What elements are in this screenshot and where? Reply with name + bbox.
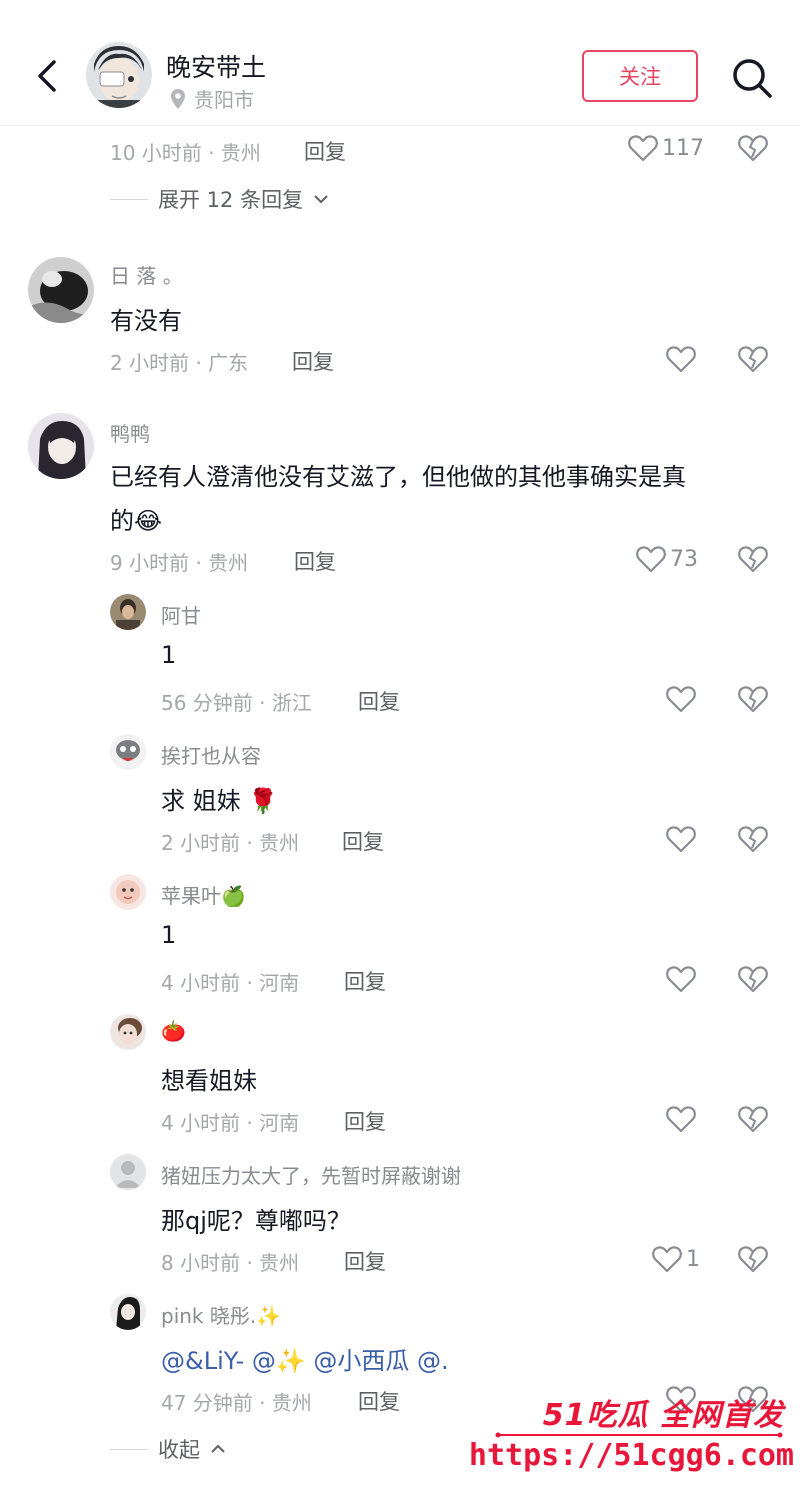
heart-icon[interactable]	[666, 965, 696, 993]
broken-heart-icon[interactable]	[738, 134, 768, 162]
profile-location: 贵阳市	[170, 84, 254, 113]
heart-icon[interactable]	[666, 1105, 696, 1133]
replier-avatar[interactable]	[110, 1294, 146, 1330]
reply-button[interactable]: 回复	[304, 136, 346, 166]
comment-time-location: 9 小时前 · 贵州	[110, 551, 249, 575]
profile-name: 晚安带土	[166, 53, 267, 82]
reply-button[interactable]: 回复	[358, 1386, 400, 1416]
reply-time-location: 4 小时前 · 河南	[161, 971, 300, 995]
replier-name[interactable]: 🍅	[161, 1019, 186, 1043]
comment-time-location: 2 小时前 · 广东	[110, 351, 249, 375]
replier-avatar[interactable]	[110, 594, 146, 630]
replier-name[interactable]: 苹果叶🍏	[161, 880, 246, 909]
broken-heart-icon[interactable]	[738, 1105, 768, 1133]
reply-text: 那qj呢？尊嘟吗？	[161, 1207, 351, 1235]
like-count: 1	[686, 1246, 700, 1272]
reply-mentions: @&LiY- @✨ @小西瓜 @.	[161, 1341, 449, 1376]
mention-link[interactable]: @小西瓜	[313, 1347, 417, 1375]
chevron-down-icon	[314, 195, 328, 204]
reply-button[interactable]: 回复	[344, 1106, 386, 1136]
mention-link[interactable]: @✨	[252, 1347, 314, 1375]
profile-avatar[interactable]	[86, 42, 152, 108]
reply-button[interactable]: 回复	[344, 966, 386, 996]
collapse-label: 收起	[158, 1438, 200, 1462]
broken-heart-icon[interactable]	[738, 545, 768, 573]
heart-icon	[636, 546, 666, 573]
replier-name[interactable]: 挨打也从容	[161, 740, 261, 769]
heart-icon	[628, 135, 658, 162]
reply-time-location: 4 小时前 · 河南	[161, 1111, 300, 1135]
mention-link[interactable]: @.	[417, 1347, 449, 1375]
divider	[110, 1448, 148, 1450]
heart-icon[interactable]	[666, 345, 696, 373]
divider	[110, 198, 148, 200]
like-button[interactable]: 73	[636, 545, 698, 573]
broken-heart-icon[interactable]	[738, 1245, 768, 1273]
reply-text: 1	[161, 921, 177, 949]
follow-button[interactable]: 关注	[582, 50, 698, 102]
replier-name[interactable]: pink 晓彤.✨	[161, 1300, 281, 1329]
reply-button[interactable]: 回复	[342, 826, 384, 856]
expand-replies-button[interactable]: 展开 12 条回复	[110, 184, 329, 214]
broken-heart-icon[interactable]	[738, 345, 768, 373]
like-button[interactable]: 1	[652, 1245, 700, 1273]
replier-avatar[interactable]	[110, 734, 146, 770]
like-count: 73	[670, 546, 698, 572]
replier-avatar[interactable]	[110, 1014, 146, 1050]
comment-text: 有没有	[110, 307, 182, 335]
search-icon[interactable]	[730, 56, 774, 100]
reply-time-location: 2 小时前 · 贵州	[161, 831, 300, 855]
heart-icon	[652, 1246, 682, 1273]
reply-text: 1	[161, 641, 177, 669]
reply-time-location: 47 分钟前 · 贵州	[161, 1391, 312, 1415]
replier-name[interactable]: 猪妞压力太大了，先暂时屏蔽谢谢	[161, 1160, 461, 1189]
commenter-name[interactable]: 鸭鸭	[110, 418, 150, 447]
like-button[interactable]: 117	[628, 134, 704, 162]
watermark: 51吃瓜 全网首发 https://51cgg6.com	[469, 1388, 794, 1488]
reply-time-location: 8 小时前 · 贵州	[161, 1251, 300, 1275]
commenter-name[interactable]: 日 落 。	[110, 260, 183, 289]
reply-button[interactable]: 回复	[292, 346, 334, 376]
reply-text: 想看姐妹	[161, 1067, 257, 1095]
replier-avatar[interactable]	[110, 874, 146, 910]
broken-heart-icon[interactable]	[738, 965, 768, 993]
comment-text-line-2: 的😂	[110, 507, 163, 535]
location-text: 贵阳市	[194, 88, 254, 112]
like-count: 117	[662, 135, 704, 161]
commenter-avatar[interactable]	[28, 413, 94, 479]
expand-replies-label: 展开 12 条回复	[158, 188, 304, 212]
reply-time-location: 56 分钟前 · 浙江	[161, 691, 312, 715]
watermark-url: https://51cgg6.com	[468, 1438, 794, 1473]
replier-name[interactable]: 阿甘	[161, 600, 201, 629]
top-bar: 晚安带土 贵阳市 关注	[0, 0, 800, 126]
replier-avatar[interactable]	[110, 1154, 146, 1190]
broken-heart-icon[interactable]	[738, 685, 768, 713]
commenter-avatar[interactable]	[28, 257, 94, 323]
comment-text-line-1: 已经有人澄清他没有艾滋了，但他做的其他事确实是真	[110, 463, 686, 491]
mention-link[interactable]: @&LiY-	[161, 1347, 252, 1375]
heart-icon[interactable]	[666, 685, 696, 713]
collapse-replies-button[interactable]: 收起	[110, 1434, 226, 1464]
reply-button[interactable]: 回复	[358, 686, 400, 716]
reply-text: 求 姐妹 🌹	[161, 787, 279, 815]
heart-icon[interactable]	[666, 825, 696, 853]
location-pin-icon	[171, 88, 185, 109]
watermark-title: 51吃瓜 全网首发	[542, 1398, 784, 1433]
chevron-up-icon	[211, 1444, 225, 1453]
back-arrow-icon[interactable]	[28, 52, 68, 100]
broken-heart-icon[interactable]	[738, 825, 768, 853]
reply-button[interactable]: 回复	[294, 546, 336, 576]
comment-time-location: 10 小时前 · 贵州	[110, 141, 261, 165]
reply-button[interactable]: 回复	[344, 1246, 386, 1276]
